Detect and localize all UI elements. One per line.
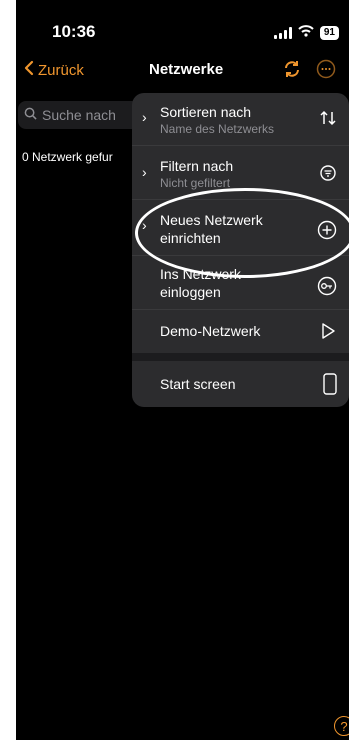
chevron-right-icon: › bbox=[142, 109, 147, 125]
highlight-ellipse bbox=[135, 188, 353, 278]
network-count: 0 Netzwerk gefur bbox=[22, 150, 113, 164]
menu-item-label-line2: einloggen bbox=[160, 284, 221, 300]
chevron-left-icon bbox=[24, 60, 34, 80]
phone-icon bbox=[323, 373, 337, 400]
menu-item-label: Filtern nach bbox=[160, 158, 234, 174]
menu-item-label: Demo-Netzwerk bbox=[160, 323, 261, 339]
menu-item-start-screen[interactable]: Start screen bbox=[132, 361, 349, 407]
menu-section-divider bbox=[132, 353, 349, 361]
menu-item-subtitle: Nicht gefiltert bbox=[160, 176, 231, 190]
play-icon bbox=[319, 322, 337, 345]
menu-item-label: Sortieren nach bbox=[160, 104, 252, 120]
menu-item-label: Start screen bbox=[160, 376, 236, 392]
battery-icon: 91 bbox=[319, 26, 339, 40]
wifi-icon bbox=[298, 24, 314, 42]
sort-icon bbox=[319, 110, 337, 131]
nav-actions bbox=[282, 59, 336, 84]
status-bar: 10:36 91 bbox=[16, 0, 349, 50]
help-icon[interactable]: ? bbox=[334, 716, 349, 736]
chevron-right-icon: › bbox=[142, 164, 147, 180]
status-icons: 91 bbox=[273, 24, 339, 42]
search-placeholder: Suche nach bbox=[42, 107, 116, 123]
menu-item-subtitle: Name des Netzwerks bbox=[160, 122, 275, 136]
menu-item-sort[interactable]: › Sortieren nach Name des Netzwerks bbox=[132, 93, 349, 145]
search-icon bbox=[24, 107, 37, 123]
refresh-icon[interactable] bbox=[282, 59, 302, 84]
page-title: Netzwerke bbox=[149, 61, 224, 78]
filter-icon bbox=[319, 164, 337, 187]
navigation-bar: Zurück Netzwerke bbox=[16, 56, 349, 86]
status-time: 10:36 bbox=[52, 22, 96, 41]
phone-screen: 10:36 91 Zurück Netzwerke Suche nach 0 N… bbox=[16, 0, 349, 740]
back-label: Zurück bbox=[38, 61, 84, 79]
back-button[interactable]: Zurück bbox=[24, 60, 84, 80]
more-icon[interactable] bbox=[316, 59, 336, 84]
signal-icon bbox=[273, 27, 292, 39]
key-icon bbox=[317, 276, 337, 301]
menu-item-demo-network[interactable]: Demo-Netzwerk bbox=[132, 310, 349, 353]
